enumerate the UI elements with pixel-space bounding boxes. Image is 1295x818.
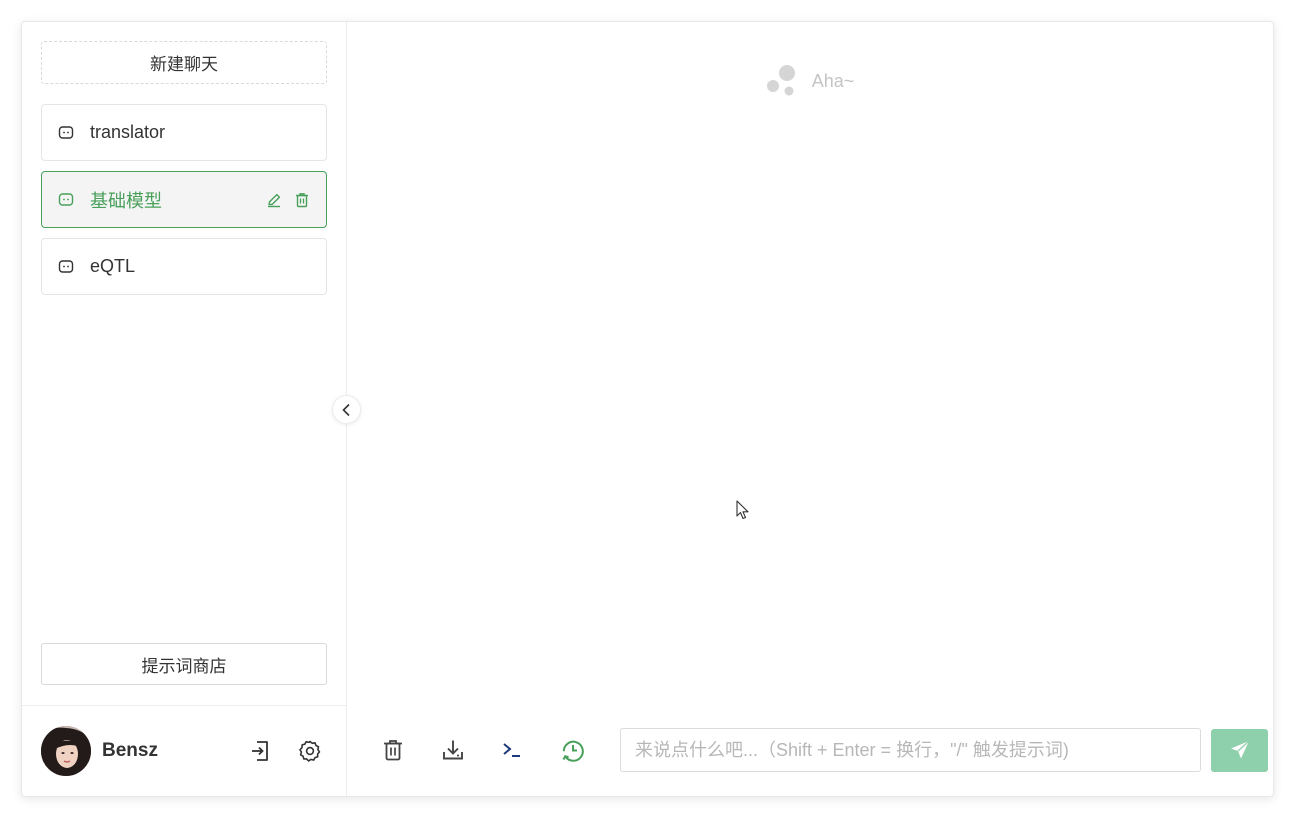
message-input[interactable] (620, 728, 1201, 772)
user-bar: Bensz (22, 705, 346, 796)
send-button[interactable] (1211, 728, 1268, 772)
terminal-icon[interactable] (501, 738, 525, 762)
chat-item-actions (266, 192, 310, 208)
download-icon[interactable] (441, 738, 465, 762)
chat-item-basic-model[interactable]: 基础模型 (41, 171, 327, 228)
chat-item-eqtl[interactable]: eQTL (41, 238, 327, 295)
chat-item-label: translator (90, 122, 166, 142)
app-window: 新建聊天 translator 基础模型 eQTL 提示词商店 Bensz Ah… (21, 21, 1274, 797)
user-actions (248, 739, 322, 763)
chat-list: translator 基础模型 eQTL (41, 104, 327, 295)
empty-state: Aha~ (347, 64, 1273, 98)
empty-state-text: Aha~ (811, 70, 855, 91)
logout-icon[interactable] (248, 739, 272, 763)
collapse-sidebar-button[interactable] (332, 395, 361, 424)
tool-icons (381, 738, 585, 762)
prompt-store-button[interactable]: 提示词商店 (41, 643, 327, 685)
chat-item-translator[interactable]: translator (41, 104, 327, 161)
username: Bensz (102, 740, 158, 761)
pencil-icon[interactable] (266, 192, 282, 208)
send-icon (1229, 739, 1251, 761)
trash-icon[interactable] (294, 192, 310, 208)
mouse-cursor-icon (736, 500, 750, 525)
chevron-left-icon (341, 403, 353, 417)
chat-item-label: eQTL (90, 256, 136, 276)
message-bot-icon (58, 125, 74, 141)
new-chat-button[interactable]: 新建聊天 (41, 41, 327, 84)
message-bot-icon (58, 259, 74, 275)
message-bot-icon (58, 192, 74, 208)
avatar[interactable] (41, 726, 91, 776)
clear-trash-icon[interactable] (381, 738, 405, 762)
gear-icon[interactable] (298, 739, 322, 763)
sidebar: 新建聊天 translator 基础模型 eQTL 提示词商店 Bensz (22, 22, 361, 796)
dots-logo-icon (766, 64, 800, 98)
input-toolbar (347, 728, 1273, 772)
chat-main: Aha~ (347, 22, 1273, 796)
chat-item-label: 基础模型 (90, 190, 162, 211)
history-icon[interactable] (561, 738, 585, 762)
